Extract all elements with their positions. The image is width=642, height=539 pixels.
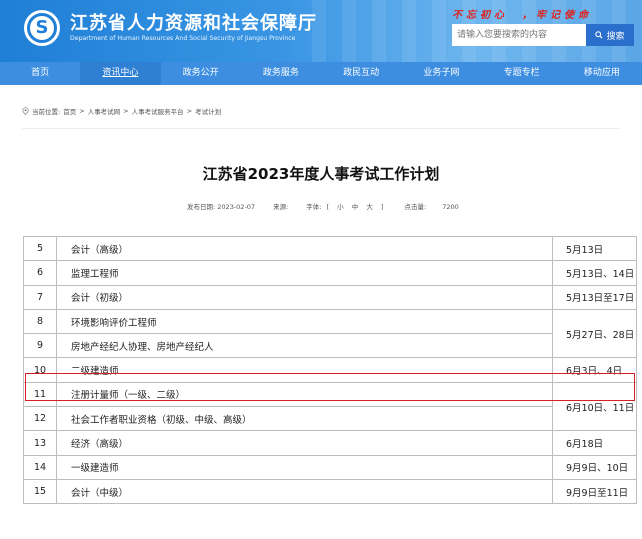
breadcrumb-separator: > bbox=[123, 107, 129, 115]
publish-label: 发布日期: bbox=[187, 203, 216, 211]
site-subtitle: Department of Human Resources And Social… bbox=[70, 35, 296, 42]
table-row: 12 社会工作者职业资格（初级、中级、高级） bbox=[23, 406, 637, 432]
breadcrumb-exam-platform[interactable]: 人事考试服务平台 bbox=[132, 106, 184, 116]
font-size-medium-button[interactable]: 中 bbox=[352, 203, 359, 211]
table-row: 9 房地产经纪人协理、房地产经纪人 bbox=[23, 333, 637, 359]
table-row: 5 会计（高级） 5月13日 bbox=[23, 235, 637, 262]
site-logo[interactable]: S bbox=[24, 10, 60, 46]
table-row: 7 会计（初级） 5月13日至17日 bbox=[23, 284, 637, 310]
nav-item-gov-services[interactable]: 政务服务 bbox=[241, 62, 321, 85]
search-button-label: 搜索 bbox=[606, 31, 625, 42]
row-number: 10 bbox=[23, 357, 57, 383]
nav-item-mobile[interactable]: 移动应用 bbox=[562, 62, 642, 85]
views-info: 点击量: 7200 bbox=[404, 201, 458, 211]
table-row: 13 经济（高级） 6月18日 bbox=[23, 430, 637, 456]
search-button[interactable]: 搜索 bbox=[586, 24, 634, 46]
site-header: S 江苏省人力资源和社会保障厅 Department of Human Reso… bbox=[0, 0, 642, 62]
breadcrumb-home[interactable]: 首页 bbox=[63, 106, 76, 116]
row-number: 11 bbox=[23, 381, 57, 408]
nav-item-interaction[interactable]: 政民互动 bbox=[321, 62, 401, 85]
search-icon bbox=[595, 31, 604, 39]
exam-name: 注册计量师（一级、二级） bbox=[56, 381, 553, 408]
exam-date: 5月27日、28日 bbox=[552, 308, 637, 359]
exam-name: 社会工作者职业资格（初级、中级、高级） bbox=[56, 406, 553, 432]
views-count: 7200 bbox=[442, 203, 459, 211]
exam-name: 会计（高级） bbox=[56, 235, 553, 262]
table-row-highlighted: 10 二级建造师 6月3日、4日 bbox=[23, 357, 637, 383]
publish-date: 2023-02-07 bbox=[217, 203, 256, 211]
nav-item-home[interactable]: 首页 bbox=[0, 62, 80, 85]
article-header: 江苏省2023年度人事考试工作计划 发布日期: 2023-02-07 来源: 字… bbox=[22, 128, 620, 218]
exam-name: 会计（中级） bbox=[56, 478, 553, 505]
row-number: 13 bbox=[23, 430, 57, 456]
font-size-control: 字体: [ 小 中 大 ] bbox=[306, 201, 386, 211]
row-number: 6 bbox=[23, 260, 57, 286]
row-number: 15 bbox=[23, 478, 57, 505]
search-input[interactable] bbox=[452, 24, 586, 46]
table-row: 14 一级建造师 9月9日、10日 bbox=[23, 454, 637, 480]
exam-name: 经济（高级） bbox=[56, 430, 553, 456]
views-label: 点击量: bbox=[404, 203, 427, 211]
source-label: 来源: bbox=[273, 203, 289, 211]
font-bracket-open: [ bbox=[326, 203, 330, 211]
table-row: 15 会计（中级） 9月9日至11日 bbox=[23, 478, 637, 505]
breadcrumb-separator: > bbox=[79, 107, 85, 115]
font-size-large-button[interactable]: 大 bbox=[366, 203, 373, 211]
row-number: 12 bbox=[23, 406, 57, 432]
row-number: 7 bbox=[23, 284, 57, 310]
exam-schedule-table: 5 会计（高级） 5月13日 6 监理工程师 5月13日、14日 7 会计（初级… bbox=[23, 235, 637, 505]
location-pin-icon bbox=[22, 107, 29, 115]
breadcrumb-prefix: 当前位置: bbox=[32, 108, 61, 116]
row-number: 9 bbox=[23, 333, 57, 359]
table-row: 6 监理工程师 5月13日、14日 bbox=[23, 260, 637, 286]
font-bracket-close: ] bbox=[380, 203, 384, 211]
exam-date: 6月18日 bbox=[552, 430, 637, 456]
exam-date: 6月3日、4日 bbox=[552, 357, 637, 383]
nav-item-news[interactable]: 资讯中心 bbox=[80, 62, 161, 85]
exam-date: 6月10日、11日 bbox=[552, 381, 637, 432]
main-nav: 首页 资讯中心 政务公开 政务服务 政民互动 业务子网 专题专栏 移动应用 bbox=[0, 62, 642, 85]
exam-name: 房地产经纪人协理、房地产经纪人 bbox=[56, 333, 553, 359]
page-title: 江苏省2023年度人事考试工作计划 bbox=[202, 165, 440, 183]
exam-name: 环境影响评价工程师 bbox=[56, 308, 553, 335]
table-row: 11 注册计量师（一级、二级） 6月10日、11日 bbox=[23, 381, 637, 432]
breadcrumb: 当前位置: 首页 > 人事考试网 > 人事考试服务平台 > 考试计划 bbox=[22, 106, 221, 116]
nav-item-topics[interactable]: 专题专栏 bbox=[482, 62, 562, 85]
table-row: 8 环境影响评价工程师 5月27日、28日 bbox=[23, 308, 637, 359]
breadcrumb-exam-site[interactable]: 人事考试网 bbox=[88, 106, 121, 116]
exam-name: 二级建造师 bbox=[56, 357, 553, 383]
exam-name: 一级建造师 bbox=[56, 454, 553, 480]
exam-date: 5月13日、14日 bbox=[552, 260, 637, 286]
nav-item-gov-affairs[interactable]: 政务公开 bbox=[161, 62, 241, 85]
row-number: 14 bbox=[23, 454, 57, 480]
breadcrumb-exam-plan[interactable]: 考试计划 bbox=[195, 106, 221, 116]
font-size-small-button[interactable]: 小 bbox=[337, 203, 344, 211]
nav-item-subsites[interactable]: 业务子网 bbox=[401, 62, 481, 85]
exam-name: 监理工程师 bbox=[56, 260, 553, 286]
publish-info: 发布日期: 2023-02-07 bbox=[187, 201, 255, 211]
row-number: 8 bbox=[23, 308, 57, 335]
exam-date: 5月13日 bbox=[552, 235, 637, 262]
exam-date: 5月13日至17日 bbox=[552, 284, 637, 310]
slogan: 不忘初心 ，牢记使命 bbox=[452, 10, 592, 21]
exam-date: 9月9日至11日 bbox=[552, 478, 637, 505]
row-number: 5 bbox=[23, 235, 57, 262]
article-meta: 发布日期: 2023-02-07 来源: 字体: [ 小 中 大 ] 点击量: … bbox=[187, 201, 459, 211]
font-label: 字体: bbox=[306, 203, 322, 211]
breadcrumb-separator: > bbox=[186, 107, 193, 115]
exam-name: 会计（初级） bbox=[56, 284, 553, 310]
exam-date: 9月9日、10日 bbox=[552, 454, 637, 480]
logo-emblem-icon: S bbox=[27, 13, 57, 43]
site-title: 江苏省人力资源和社会保障厅 bbox=[70, 13, 317, 34]
